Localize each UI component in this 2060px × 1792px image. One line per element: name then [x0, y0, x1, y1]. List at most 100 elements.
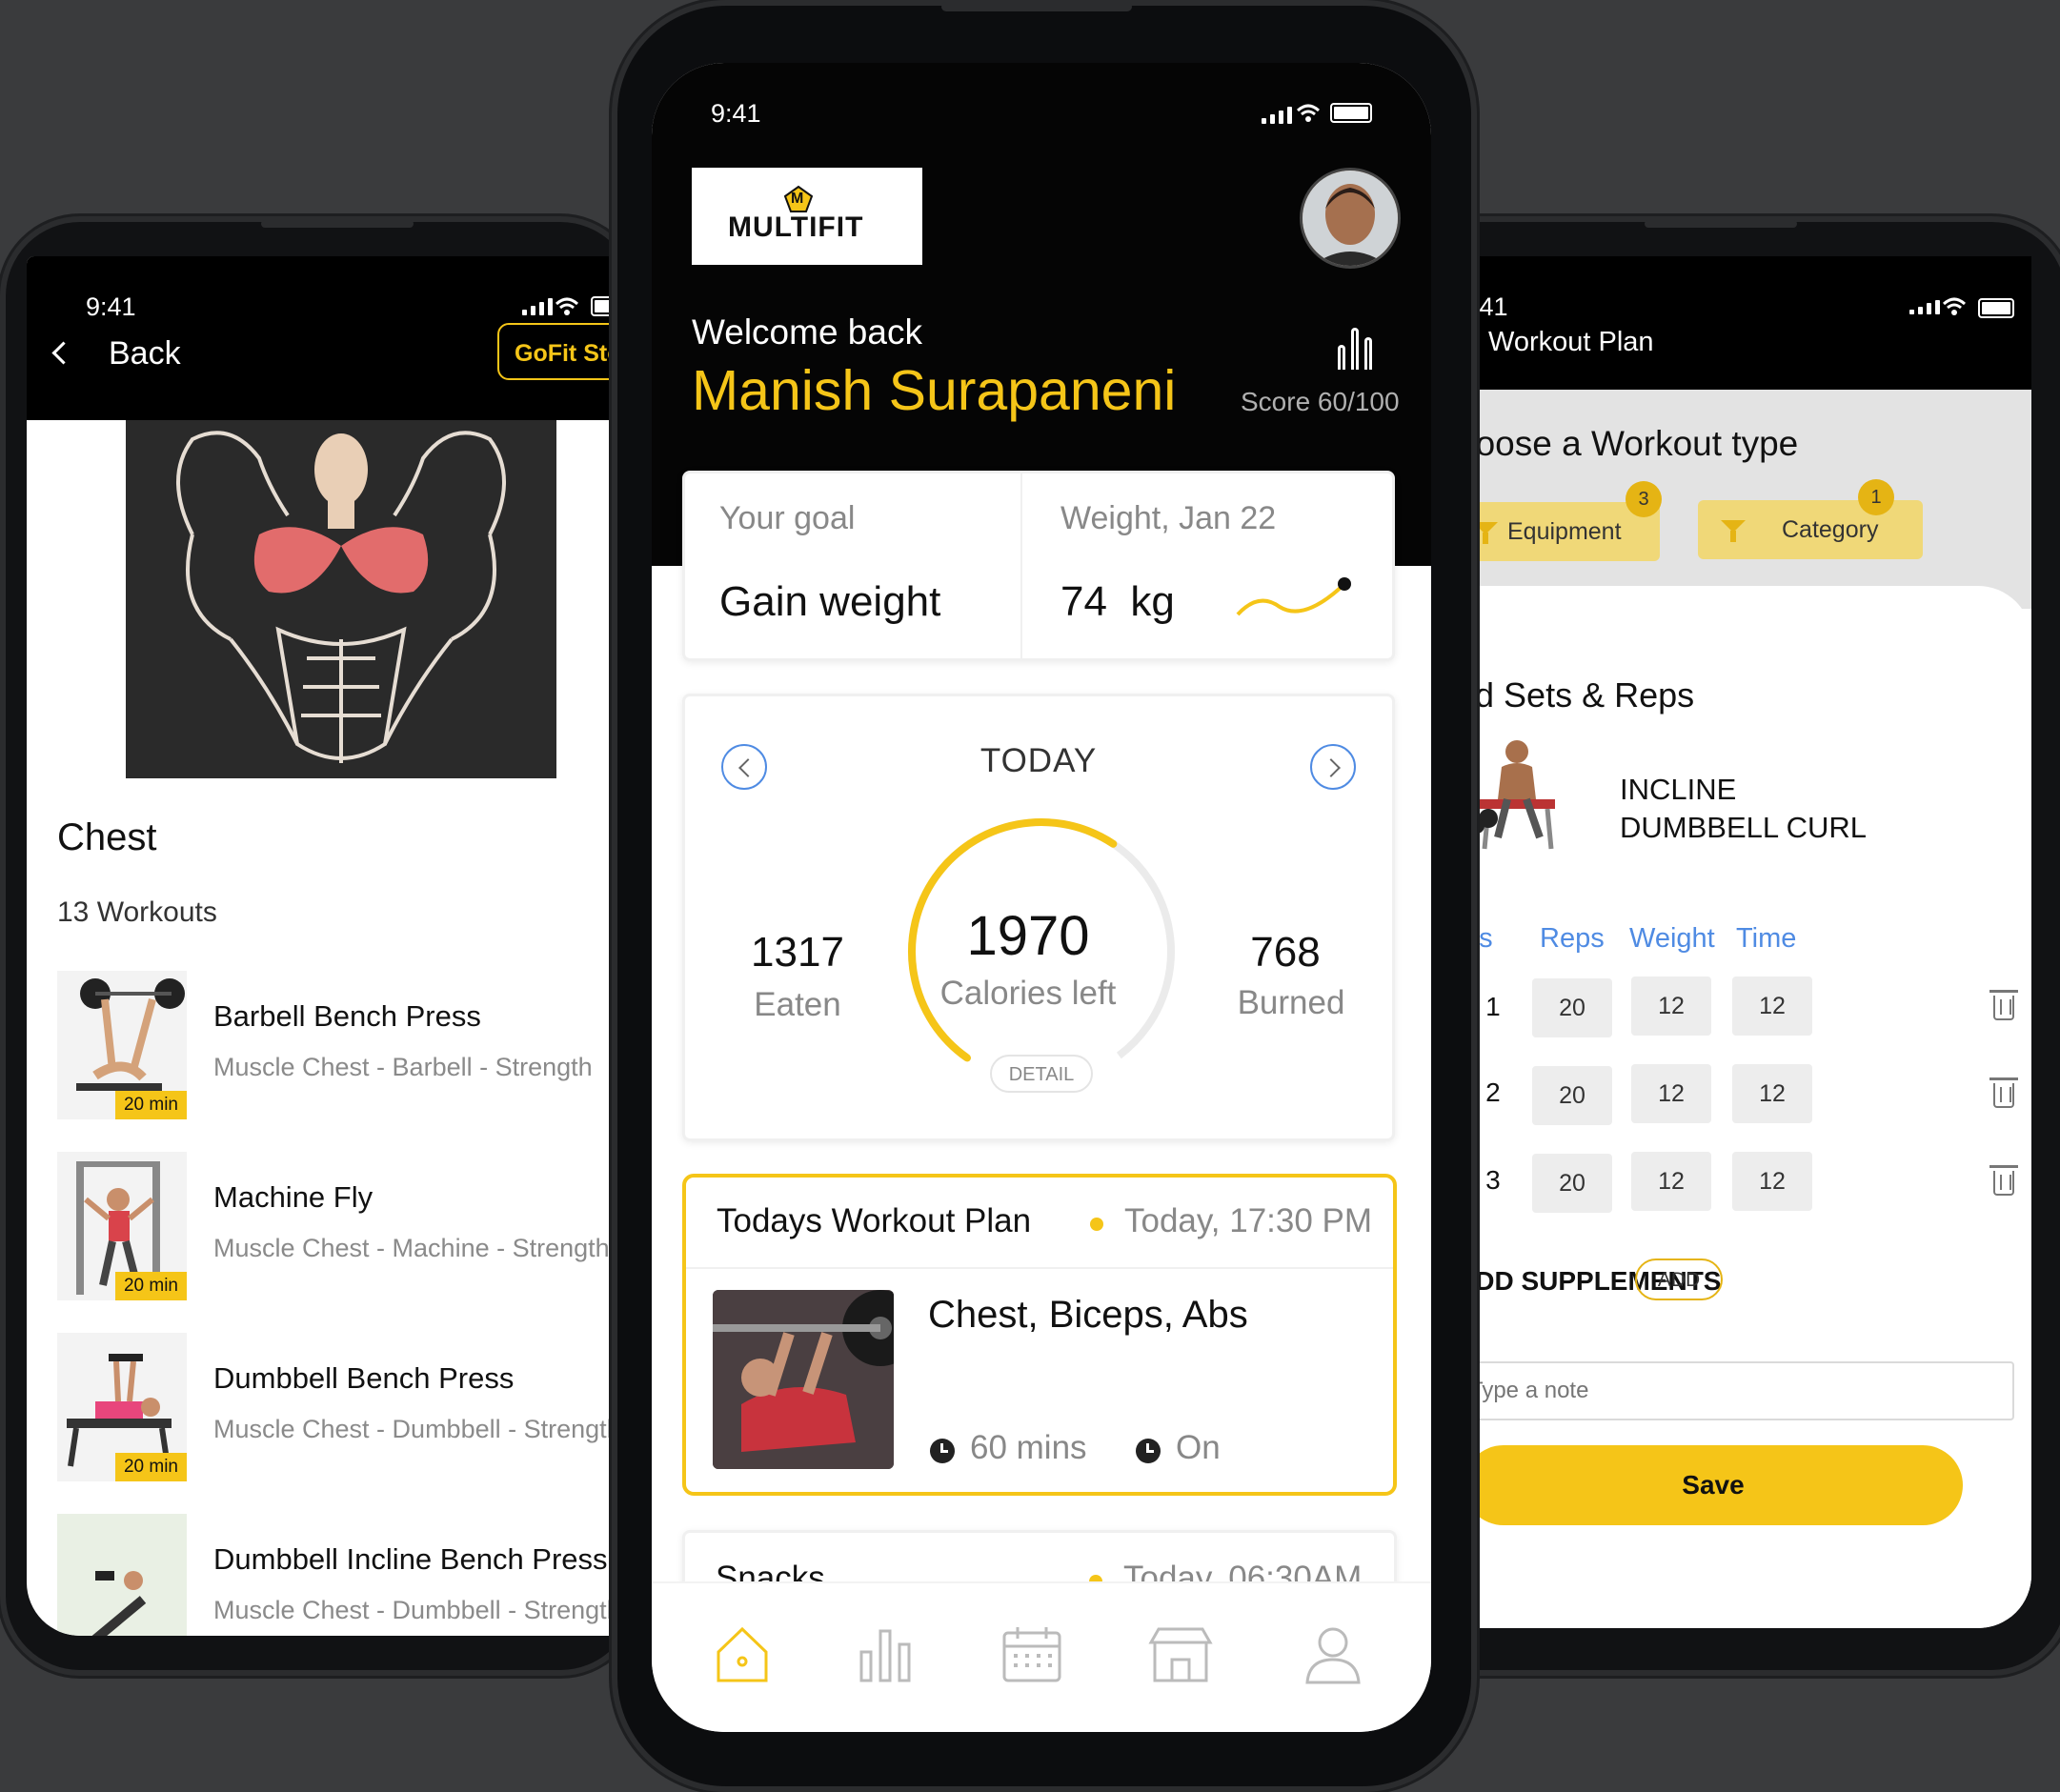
card-divider: [1020, 473, 1022, 658]
battery-icon: [591, 296, 614, 316]
speaker: [1645, 220, 1797, 228]
chip-equipment[interactable]: Equipment 3: [1460, 481, 1662, 561]
top-bar: 9:41 Back GoFit Sto: [27, 256, 614, 420]
store-button[interactable]: GoFit Sto: [497, 323, 614, 380]
signal-icon: [522, 298, 553, 315]
reps-input[interactable]: 20: [1532, 1066, 1612, 1125]
profile-icon[interactable]: [1300, 1621, 1366, 1688]
workout-meta: Muscle Chest - Machine - Strength: [213, 1234, 610, 1262]
calendar-icon[interactable]: [999, 1621, 1065, 1688]
avatar[interactable]: [1300, 168, 1401, 269]
status-dot: [1090, 1218, 1103, 1231]
workout-thumbnail: [57, 1514, 187, 1636]
right-phone: 9:41 Workout Plan hoose a Workout type E…: [1382, 216, 2060, 1676]
duration-badge: 20 min: [114, 1091, 187, 1119]
dashboard-screen: 9:41 MULTIFIT M MULTIFIT Welcome back Ma…: [652, 63, 1431, 1732]
delete-icon[interactable]: [1989, 1165, 2018, 1196]
note-input[interactable]: [1460, 1361, 2014, 1420]
add-supplement-button[interactable]: ADD: [1635, 1258, 1723, 1300]
duration-badge: 20 min: [114, 1453, 187, 1481]
plan-alarm: On: [1176, 1429, 1221, 1466]
wifi-icon: [1942, 297, 1967, 315]
today-card: TODAY 1317 Eaten 1970 Calories left DETA…: [682, 694, 1395, 1141]
weight-label: Weight, Jan 22: [1060, 500, 1277, 536]
goal-value: Gain weight: [719, 578, 941, 625]
burned-value: 768: [1250, 929, 1321, 976]
home-icon[interactable]: [709, 1621, 776, 1688]
status-time: 9:41: [711, 99, 761, 128]
workout-meta: Muscle Chest - Barbell - Strength: [213, 1053, 593, 1081]
alarm-icon: [1136, 1439, 1161, 1463]
workout-count: 13 Workouts: [57, 896, 217, 928]
speaker: [941, 2, 1132, 11]
today-label: TODAY: [980, 742, 1098, 779]
workout-thumbnail: 20 min: [57, 971, 187, 1119]
save-button[interactable]: Save: [1464, 1445, 1963, 1525]
weight-input[interactable]: 12: [1631, 1152, 1711, 1211]
workout-plan-card[interactable]: Todays Workout Plan Today, 17:30 PM Ches…: [682, 1174, 1397, 1496]
weight-value: 74 kg: [1060, 578, 1175, 625]
stats-icon[interactable]: [1338, 328, 1372, 370]
workout-thumbnail: 20 min: [57, 1152, 187, 1300]
delete-icon[interactable]: [1989, 990, 2018, 1020]
logo-badge-letter: M: [791, 191, 804, 207]
workout-row-dumbbell-bench-press[interactable]: 20 min Dumbbell Bench Press Muscle Chest…: [57, 1333, 614, 1485]
delete-icon[interactable]: [1989, 1077, 2018, 1108]
signal-icon: [1262, 107, 1292, 124]
calories-left-value: 1970: [966, 905, 1090, 967]
speaker: [261, 220, 414, 228]
time-input[interactable]: 12: [1732, 977, 1812, 1036]
exercise-name: INCLINE DUMBBELL CURL: [1620, 773, 1867, 844]
plan-duration: 60 mins: [970, 1429, 1087, 1466]
chip-count-badge: 1: [1858, 479, 1894, 515]
workout-name: Machine Fly: [213, 1180, 374, 1214]
column-header-weight: Weight: [1629, 923, 1715, 954]
workout-row-machine-fly[interactable]: 20 min Machine Fly Muscle Chest - Machin…: [57, 1152, 614, 1304]
column-header-reps: Reps: [1540, 923, 1605, 954]
bottom-tab-bar: [652, 1581, 1431, 1732]
workout-row-dumbbell-incline-bench-press[interactable]: Dumbbell Incline Bench Press Muscle Ches…: [57, 1514, 614, 1636]
weight-input[interactable]: 12: [1631, 977, 1711, 1036]
left-phone: 9:41 Back GoFit Sto Chest 13 Workouts 20…: [0, 216, 640, 1676]
add-sets-title: dd Sets & Reps: [1460, 675, 1695, 715]
duration-badge: 20 min: [114, 1272, 187, 1300]
eaten-value: 1317: [751, 929, 844, 976]
time-input[interactable]: 12: [1732, 1152, 1812, 1211]
logo-wordmark: MULTIFIT: [728, 211, 864, 243]
detail-button[interactable]: DETAIL: [990, 1055, 1093, 1093]
page-title: Chest: [57, 816, 157, 858]
chest-muscle-illustration: [126, 420, 556, 778]
chip-label: Equipment: [1507, 518, 1622, 545]
workout-name: Barbell Bench Press: [213, 999, 481, 1033]
workout-meta: Muscle Chest - Dumbbell - Strength: [213, 1596, 614, 1624]
weight-input[interactable]: 12: [1631, 1064, 1711, 1123]
plan-time: Today, 17:30 PM: [1124, 1202, 1373, 1239]
signal-icon: [1909, 300, 1940, 314]
reps-input[interactable]: 20: [1532, 978, 1612, 1037]
center-phone: 9:41 MULTIFIT M MULTIFIT Welcome back Ma…: [612, 0, 1477, 1792]
back-button[interactable]: Back: [109, 335, 181, 372]
wifi-icon: [555, 297, 579, 315]
store-icon[interactable]: [1147, 1621, 1214, 1688]
filter-band: hoose a Workout type Equipment 3 Categor…: [1460, 390, 2031, 609]
status-time: 9:41: [86, 292, 136, 321]
time-input[interactable]: 12: [1732, 1064, 1812, 1123]
battery-icon: [1978, 298, 2014, 318]
score-text: Score 60/100: [1241, 387, 1400, 416]
goal-card: Your goal Gain weight Weight, Jan 22 74 …: [682, 471, 1395, 661]
workout-name: Dumbbell Bench Press: [213, 1361, 515, 1395]
stats-icon[interactable]: [852, 1621, 919, 1688]
back-chevron-icon[interactable]: [51, 341, 75, 365]
column-header-time: Time: [1736, 923, 1797, 954]
workout-row-barbell-bench-press[interactable]: 20 min Barbell Bench Press Muscle Chest …: [57, 971, 614, 1123]
exercise-image: [1460, 733, 1585, 855]
workout-meta: Muscle Chest - Dumbbell - Strength: [213, 1415, 614, 1443]
chip-category[interactable]: Category 1: [1698, 479, 1923, 559]
header-title: Workout Plan: [1488, 327, 1654, 357]
eaten-label: Eaten: [754, 986, 841, 1023]
weight-trend-sparkline: [1236, 577, 1351, 616]
burned-label: Burned: [1237, 984, 1345, 1021]
goal-label: Your goal: [719, 500, 856, 536]
reps-input[interactable]: 20: [1532, 1154, 1612, 1213]
welcome-text: Welcome back: [692, 312, 922, 352]
